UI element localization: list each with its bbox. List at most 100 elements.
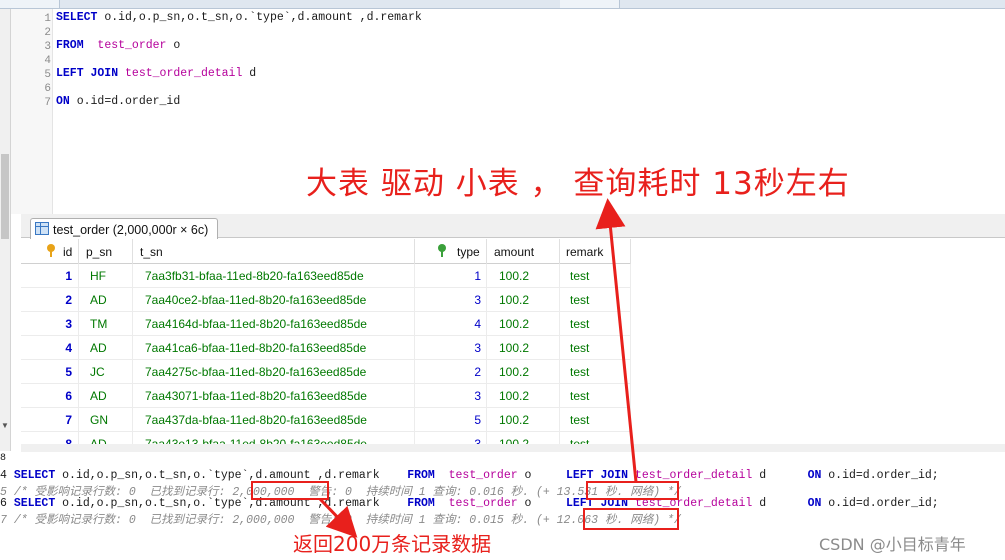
- line-number: 5: [44, 69, 51, 81]
- cell-amount[interactable]: 100.2: [487, 312, 560, 336]
- message-line-number: 8: [0, 453, 7, 464]
- vertical-scrollbar[interactable]: ▼: [0, 9, 11, 451]
- horizontal-scrollbar[interactable]: [21, 444, 1005, 452]
- table-row[interactable]: 6 AD 7aa43071-bfaa-11ed-8b20-fa163eed85de 3…: [21, 384, 631, 408]
- cell-id[interactable]: 4: [21, 336, 79, 360]
- sql-table-name: test_order: [97, 39, 167, 52]
- top-tab-strip[interactable]: [0, 0, 1005, 9]
- message-sql-line: 6 SELECT o.id,o.p_sn,o.t_sn,o.`type`,d.a…: [0, 497, 939, 510]
- cell-p-sn[interactable]: GN: [79, 408, 133, 432]
- cell-remark[interactable]: test: [560, 408, 631, 432]
- cell-amount[interactable]: 100.2: [487, 384, 560, 408]
- cell-id[interactable]: 5: [21, 360, 79, 384]
- result-tab-bar: test_order (2,000,000r × 6c): [21, 214, 1005, 239]
- message-result-summary: 7 /* 受影响记录行数: 0 已找到记录行: 2,000,000 警告: 0 …: [0, 514, 681, 527]
- cell-type[interactable]: 3: [415, 384, 487, 408]
- cell-remark[interactable]: test: [560, 432, 631, 444]
- cell-t-sn[interactable]: 7aa3fb31-bfaa-11ed-8b20-fa163eed85de: [133, 264, 415, 288]
- sql-alias: o: [173, 39, 181, 52]
- cell-p-sn[interactable]: JC: [79, 360, 133, 384]
- highlight-row-count-box: [251, 481, 329, 500]
- table-row[interactable]: 2 AD 7aa40ce2-bfaa-11ed-8b20-fa163eed85de 3…: [21, 288, 631, 312]
- grid-empty-area: [631, 239, 1005, 444]
- highlight-network-time-box: [586, 481, 679, 500]
- cell-t-sn[interactable]: 7aa43e13-bfaa-11ed-8b20-fa163eed85de: [133, 432, 415, 444]
- message-sql-line: 4 SELECT o.id,o.p_sn,o.t_sn,o.`type`,d.a…: [0, 469, 939, 482]
- annotation-query-time: 大表 驱动 小表 ， 查询耗时 13秒左右: [306, 166, 850, 202]
- result-grid[interactable]: id p_sn t_sn type amount remark 1 HF 7aa3f…: [21, 239, 631, 444]
- table-row[interactable]: 4 AD 7aa41ca6-bfaa-11ed-8b20-fa163eed85de 3…: [21, 336, 631, 360]
- sql-columns: o.id,o.p_sn,o.t_sn,o.`type`,d.amount ,d.…: [104, 11, 422, 24]
- cell-remark[interactable]: test: [560, 312, 631, 336]
- cell-p-sn[interactable]: AD: [79, 288, 133, 312]
- sql-keyword: ON: [56, 95, 70, 108]
- cell-type[interactable]: 3: [415, 288, 487, 312]
- table-grid-icon: [35, 222, 49, 235]
- line-number: 6: [44, 83, 51, 95]
- cell-t-sn[interactable]: 7aa437da-bfaa-11ed-8b20-fa163eed85de: [133, 408, 415, 432]
- tab-result-test-order[interactable]: test_order (2,000,000r × 6c): [30, 218, 218, 239]
- code-line-5: LEFT JOIN test_order_detail d: [56, 67, 256, 80]
- cell-id[interactable]: 6: [21, 384, 79, 408]
- cell-remark[interactable]: test: [560, 360, 631, 384]
- column-header-p-sn[interactable]: p_sn: [79, 239, 133, 264]
- cell-amount[interactable]: 100.2: [487, 336, 560, 360]
- cell-amount[interactable]: 100.2: [487, 408, 560, 432]
- cell-p-sn[interactable]: AD: [79, 336, 133, 360]
- sql-keyword: LEFT JOIN: [56, 67, 119, 80]
- line-number: 2: [44, 27, 51, 39]
- column-header-id[interactable]: id: [21, 239, 79, 264]
- cell-remark[interactable]: test: [560, 336, 631, 360]
- cell-type[interactable]: 5: [415, 408, 487, 432]
- cell-id[interactable]: 8: [21, 432, 79, 444]
- cell-amount[interactable]: 100.2: [487, 264, 560, 288]
- line-number: 7: [44, 97, 51, 109]
- scroll-down-arrow-icon[interactable]: ▼: [1, 421, 9, 430]
- cell-type[interactable]: 3: [415, 432, 487, 444]
- cell-amount[interactable]: 100.2: [487, 288, 560, 312]
- table-row[interactable]: 1 HF 7aa3fb31-bfaa-11ed-8b20-fa163eed85de 1…: [21, 264, 631, 288]
- cell-t-sn[interactable]: 7aa4164d-bfaa-11ed-8b20-fa163eed85de: [133, 312, 415, 336]
- table-row[interactable]: 8 AD 7aa43e13-bfaa-11ed-8b20-fa163eed85de 3…: [21, 432, 631, 444]
- cell-p-sn[interactable]: HF: [79, 264, 133, 288]
- cell-id[interactable]: 2: [21, 288, 79, 312]
- table-row[interactable]: 7 GN 7aa437da-bfaa-11ed-8b20-fa163eed85de 5…: [21, 408, 631, 432]
- cell-type[interactable]: 3: [415, 336, 487, 360]
- cell-remark[interactable]: test: [560, 264, 631, 288]
- cell-p-sn[interactable]: AD: [79, 384, 133, 408]
- cell-amount[interactable]: 100.2: [487, 360, 560, 384]
- cell-p-sn[interactable]: TM: [79, 312, 133, 336]
- sql-keyword: SELECT: [56, 11, 98, 24]
- table-row[interactable]: 3 TM 7aa4164d-bfaa-11ed-8b20-fa163eed85de 4…: [21, 312, 631, 336]
- cell-id[interactable]: 7: [21, 408, 79, 432]
- cell-amount[interactable]: 100.2: [487, 432, 560, 444]
- cell-type[interactable]: 2: [415, 360, 487, 384]
- cell-remark[interactable]: test: [560, 288, 631, 312]
- cell-type[interactable]: 4: [415, 312, 487, 336]
- cell-t-sn[interactable]: 7aa40ce2-bfaa-11ed-8b20-fa163eed85de: [133, 288, 415, 312]
- sql-table-name: test_order_detail: [125, 67, 243, 80]
- line-number: 4: [44, 55, 51, 67]
- line-number: 3: [44, 41, 51, 53]
- annotation-row-count: 返回200万条记录数据: [293, 532, 492, 556]
- line-number-gutter: 1 2 3 4 5 6 7: [11, 9, 53, 214]
- sql-keyword: FROM: [56, 39, 84, 52]
- column-header-type[interactable]: type: [415, 239, 487, 264]
- cell-remark[interactable]: test: [560, 384, 631, 408]
- screenshot-root: ▼ 1 2 3 4 5 6 7 SELECT o.id,o.p_sn,o.t_s…: [0, 0, 1005, 560]
- highlight-network-time-box-2: [583, 508, 679, 530]
- cell-p-sn[interactable]: AD: [79, 432, 133, 444]
- code-line-1: SELECT o.id,o.p_sn,o.t_sn,o.`type`,d.amo…: [56, 11, 422, 24]
- table-row[interactable]: 5 JC 7aa4275c-bfaa-11ed-8b20-fa163eed85de 2…: [21, 360, 631, 384]
- cell-t-sn[interactable]: 7aa41ca6-bfaa-11ed-8b20-fa163eed85de: [133, 336, 415, 360]
- scrollbar-thumb[interactable]: [1, 154, 9, 239]
- column-header-remark[interactable]: remark: [560, 239, 631, 264]
- column-header-amount[interactable]: amount: [487, 239, 560, 264]
- watermark: CSDN @小目标青年: [819, 535, 966, 554]
- cell-id[interactable]: 3: [21, 312, 79, 336]
- cell-type[interactable]: 1: [415, 264, 487, 288]
- cell-t-sn[interactable]: 7aa4275c-bfaa-11ed-8b20-fa163eed85de: [133, 360, 415, 384]
- cell-t-sn[interactable]: 7aa43071-bfaa-11ed-8b20-fa163eed85de: [133, 384, 415, 408]
- cell-id[interactable]: 1: [21, 264, 79, 288]
- column-header-t-sn[interactable]: t_sn: [133, 239, 415, 264]
